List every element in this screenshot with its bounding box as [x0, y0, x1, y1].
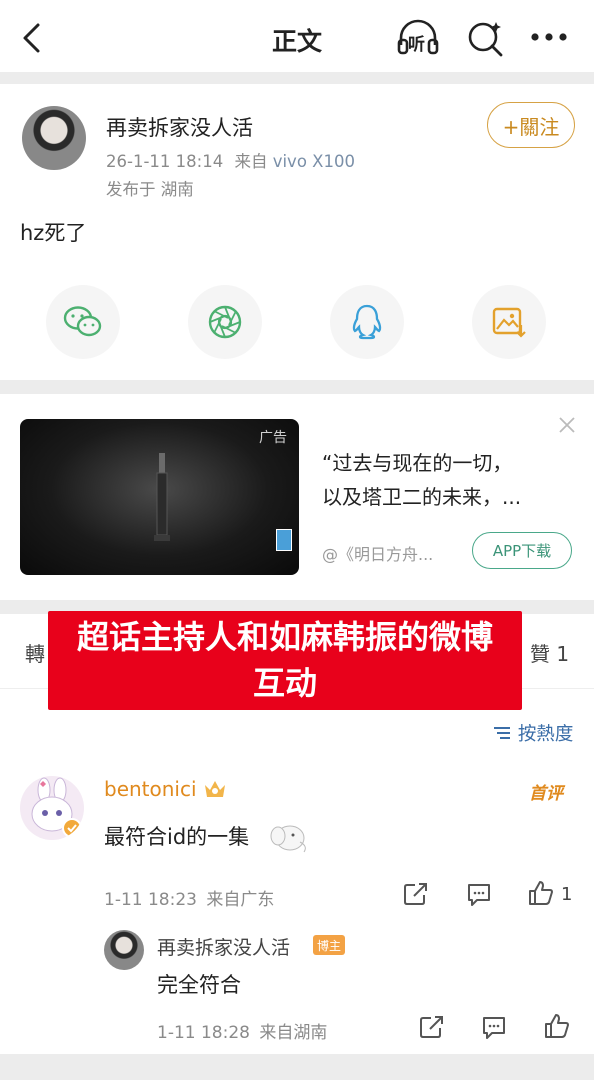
tab-likes[interactable]: 贊 1	[530, 638, 569, 667]
follow-button[interactable]: +關注	[487, 102, 575, 148]
commenter-name[interactable]: bentonici	[104, 777, 227, 801]
comment-meta: 1-11 18:23 来自广东	[104, 885, 274, 910]
sort-icon	[494, 727, 510, 739]
post-device[interactable]: vivo X100	[273, 152, 355, 171]
first-comment-badge: 首评	[529, 784, 563, 804]
elephant-emoji-icon	[270, 825, 306, 853]
ad-rating-badge	[276, 529, 292, 551]
commenter-avatar[interactable]	[20, 776, 84, 840]
reply-icon[interactable]	[465, 881, 493, 907]
reply-like-icon[interactable]	[543, 1012, 571, 1040]
comment-text: 最符合id的一集	[104, 818, 316, 858]
author-badge: 博主	[313, 935, 345, 955]
bottom-divider	[0, 1054, 594, 1080]
post-meta: 26-1-11 18:14 来自 vivo X100	[106, 148, 355, 172]
source-prefix: 来自	[234, 152, 268, 171]
ad-image[interactable]: 广告	[20, 419, 299, 575]
author-avatar[interactable]	[22, 106, 86, 170]
caption-overlay: 超话主持人和如麻韩振的微博 互动	[48, 611, 522, 710]
post-location: 发布于 湖南	[106, 180, 194, 199]
caption-line2: 互动	[252, 664, 317, 702]
comment-time: 1-11 18:23	[104, 890, 197, 910]
ad-text-line1: “过去与现在的一切，	[322, 451, 513, 475]
search-icon[interactable]	[466, 18, 506, 58]
ad-tag: 广告	[259, 430, 287, 446]
ad-text-line2: 以及塔卫二的未来，...	[322, 485, 522, 509]
ad-source: @《明日方舟...	[322, 545, 434, 564]
tab-reposts[interactable]: 轉	[25, 638, 45, 667]
reply-time: 1-11 18:28	[157, 1023, 250, 1043]
close-icon[interactable]	[558, 416, 576, 434]
comment-location: 来自广东	[206, 890, 275, 910]
wechat-icon	[63, 306, 102, 337]
share-wechat-button[interactable]	[46, 285, 120, 359]
post-time: 26-1-11 18:14	[106, 152, 224, 171]
listen-button[interactable]: 听	[396, 18, 440, 58]
comment-like-count: 1	[561, 884, 573, 905]
ad-text[interactable]: “过去与现在的一切， 以及塔卫二的未来，...	[322, 446, 572, 514]
share-moments-button[interactable]	[188, 285, 262, 359]
verified-badge-icon	[62, 818, 82, 838]
author-name[interactable]: 再卖拆家没人活	[106, 112, 253, 142]
reply-avatar[interactable]	[104, 930, 144, 970]
sort-button[interactable]: 按熱度	[492, 720, 573, 746]
app-download-button[interactable]: APP下载	[472, 532, 572, 569]
commenter-name-text: bentonici	[104, 777, 197, 801]
crown-icon	[204, 781, 225, 797]
reply-text: 完全符合	[157, 973, 241, 997]
reply-meta: 1-11 18:28 来自湖南	[157, 1018, 327, 1043]
like-icon[interactable]	[527, 879, 555, 907]
reply-location: 来自湖南	[259, 1023, 328, 1043]
sort-label: 按熱度	[517, 724, 574, 745]
caption-line1: 超话主持人和如麻韩振的微博	[76, 618, 493, 656]
reply-repost-icon[interactable]	[418, 1014, 446, 1040]
reply-reply-icon[interactable]	[480, 1014, 508, 1040]
save-image-button[interactable]	[472, 285, 546, 359]
more-icon[interactable]	[530, 30, 570, 44]
comment-text-value: 最符合id的一集	[104, 825, 250, 849]
qq-icon	[352, 304, 382, 340]
listen-label: 听	[408, 35, 425, 55]
share-qq-button[interactable]	[330, 285, 404, 359]
post-content: hz死了	[20, 221, 87, 245]
ad-figure-image	[154, 453, 170, 541]
moments-icon	[208, 305, 242, 339]
repost-icon[interactable]	[402, 881, 430, 907]
save-image-icon	[492, 307, 526, 338]
reply-author[interactable]: 再卖拆家没人活	[157, 933, 290, 960]
